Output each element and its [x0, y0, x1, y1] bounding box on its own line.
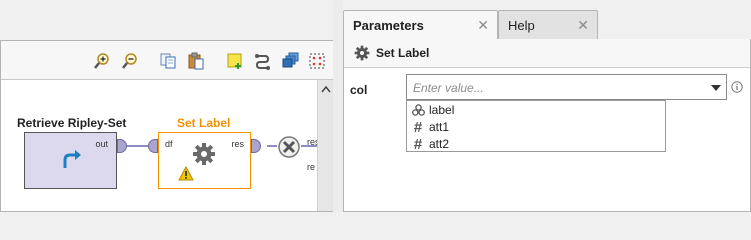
zoom-out-icon[interactable]	[121, 52, 139, 70]
output-port-label-2: re	[307, 162, 316, 172]
hash-icon: #	[413, 118, 423, 136]
parameters-body: col Enter value... label # att1 # att2	[344, 67, 750, 211]
dropdown-option-label[interactable]: label	[407, 102, 665, 118]
panel-divider[interactable]	[333, 0, 343, 212]
tab-help-label: Help	[508, 17, 535, 33]
process-panel: Retrieve Ripley-Set out Set Label df res	[0, 40, 334, 212]
port-label-out: out	[95, 139, 108, 149]
tab-help-close-icon[interactable]: ✕	[577, 17, 589, 34]
output-port-label-1: res	[307, 137, 317, 147]
dropdown-option-att2[interactable]: # att2	[407, 136, 665, 152]
gear-icon	[193, 143, 215, 165]
port-label-df: df	[165, 139, 173, 149]
operator-title-retrieve: Retrieve Ripley-Set	[17, 116, 127, 130]
process-toolbar	[1, 41, 333, 80]
tab-parameters-close-icon[interactable]: ✕	[477, 17, 489, 34]
canvas-vertical-scrollbar[interactable]	[317, 80, 334, 211]
operator-set-label[interactable]: df res	[158, 132, 251, 189]
tab-parameters[interactable]: Parameters ✕	[343, 10, 498, 39]
column-select-placeholder: Enter value...	[413, 81, 484, 95]
param-label-col: col	[350, 83, 368, 97]
warning-icon[interactable]	[178, 166, 194, 181]
parameters-panel: Set Label col Enter value... label # att…	[343, 39, 751, 212]
hash-icon: #	[413, 135, 423, 153]
chevron-down-icon[interactable]	[710, 82, 722, 94]
paste-icon[interactable]	[187, 52, 205, 70]
auto-wire-icon[interactable]	[254, 52, 272, 70]
process-canvas[interactable]: Retrieve Ripley-Set out Set Label df res	[1, 80, 317, 211]
port-df[interactable]	[148, 139, 158, 153]
port-label-res: res	[231, 139, 244, 149]
selected-operator-name: Set Label	[376, 46, 430, 60]
operator-title-set-label: Set Label	[177, 116, 231, 130]
operator-gear-icon	[354, 45, 370, 61]
column-dropdown-list: label # att1 # att2	[406, 100, 666, 152]
scroll-up-icon[interactable]	[318, 80, 334, 98]
panel-tabs: Parameters ✕ Help ✕	[343, 10, 751, 39]
tab-help[interactable]: Help ✕	[498, 10, 598, 39]
arrange-operators-icon[interactable]	[282, 52, 300, 70]
role-icon	[411, 103, 425, 117]
add-note-icon[interactable]	[226, 52, 244, 70]
zoom-in-icon[interactable]	[93, 52, 111, 70]
remove-connection-icon[interactable]	[277, 135, 301, 159]
dropdown-option-label-text: label	[429, 103, 455, 117]
retrieve-arrow-icon	[63, 150, 81, 168]
dropdown-option-att1-text: att1	[429, 120, 450, 134]
tab-parameters-label: Parameters	[353, 17, 424, 33]
info-icon[interactable]	[731, 81, 743, 93]
copy-icon[interactable]	[159, 52, 177, 70]
dropdown-option-att2-text: att2	[429, 137, 450, 151]
column-select-input[interactable]: Enter value...	[406, 74, 727, 100]
operator-retrieve-ripley-set[interactable]: out	[24, 132, 117, 189]
parameters-header: Set Label	[344, 39, 750, 67]
dropdown-option-att1[interactable]: # att1	[407, 119, 665, 135]
select-all-icon[interactable]	[308, 52, 326, 70]
